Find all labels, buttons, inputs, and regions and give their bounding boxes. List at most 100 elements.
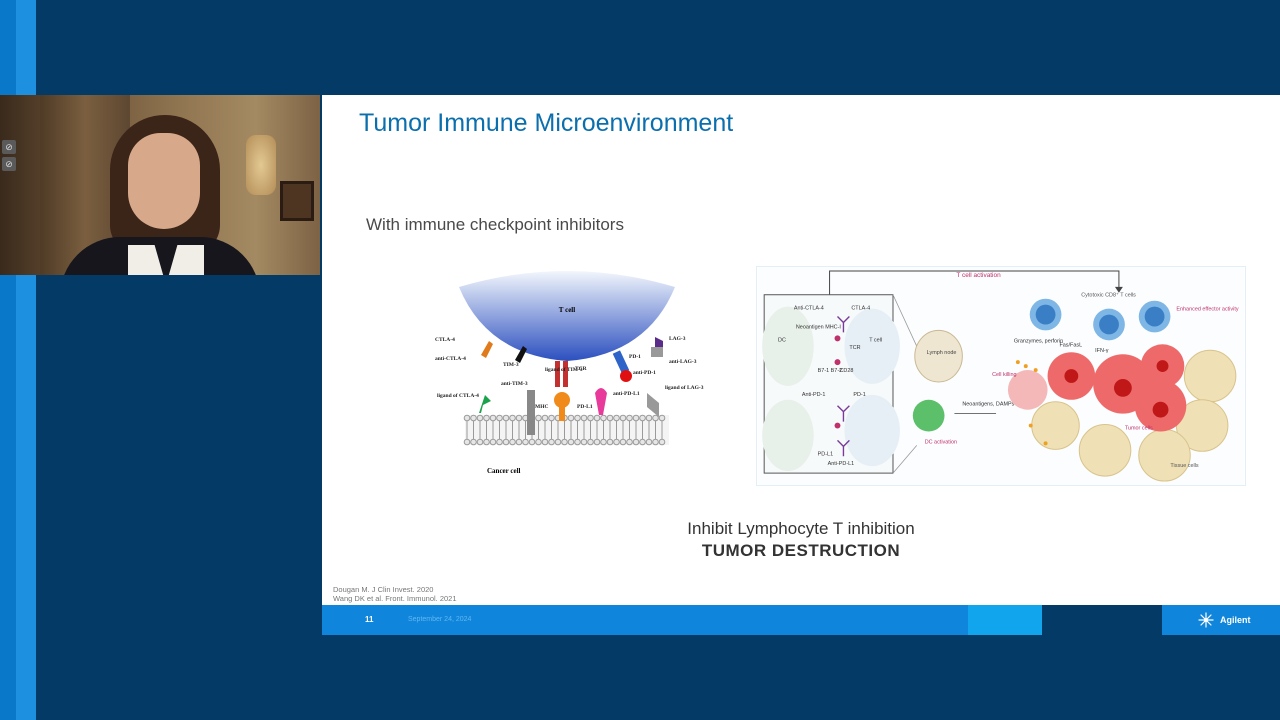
checkpoint-diagram: T cell Cancer cell CTLA-4 anti-CTLA-4 li… (435, 271, 704, 475)
lipid-head (652, 414, 659, 422)
reference-1: Dougan M. J Clin Invest. 2020 (333, 585, 434, 594)
lipid-head (645, 438, 653, 446)
dc-label: DC (778, 337, 786, 343)
pd1-r-label: PD-1 (853, 392, 865, 398)
lipid-head (548, 414, 555, 422)
mic-off-icon[interactable]: ⊘ (2, 157, 16, 171)
lipid-head (496, 438, 503, 446)
dc-cell (762, 306, 814, 386)
lipid-head (554, 438, 562, 446)
lipid-head (470, 438, 477, 446)
pdl1-label: PD-L1 (577, 404, 593, 410)
lipid-head (619, 414, 627, 422)
tcr-receptor-left (555, 361, 560, 387)
presenter-face (128, 133, 200, 229)
lipid-head (522, 438, 529, 446)
lipid-head (561, 438, 568, 446)
cytotoxic-label: Cytotoxic CD8⁺ T cells (1081, 293, 1136, 299)
t-cell-label: T cell (559, 306, 575, 314)
presentation-slide: Tumor Immune Microenvironment With immun… (322, 95, 1280, 635)
lipid-head (606, 438, 614, 446)
lipid-head (626, 438, 633, 446)
lipid-head (613, 414, 620, 422)
lipid-head (567, 414, 575, 422)
pdl1-r-label: PD-L1 (818, 451, 833, 457)
ligand-ctla4-label: ligand of CTLA-4 (437, 393, 479, 399)
lipid-head (613, 438, 620, 446)
presenter-video[interactable] (0, 95, 320, 275)
t-cell-shape (459, 271, 675, 361)
slide-footer: 11 September 24, 2024 Agilent (322, 605, 1280, 635)
lipid-head (593, 414, 601, 422)
lipid-head (587, 414, 594, 422)
lipid-head (483, 414, 490, 422)
camera-off-icon[interactable]: ⊘ (2, 140, 16, 154)
tumor-microenvironment-figure: T cell activation DC T cell Anti-CTLA-4 … (756, 266, 1246, 486)
fas-label: Fas/FasL (1059, 342, 1082, 348)
lipid-head (509, 414, 516, 422)
lipid-head (639, 414, 646, 422)
lipid-head (483, 438, 490, 446)
lipid-head (587, 438, 594, 446)
pd1-label: PD-1 (629, 354, 641, 360)
lipid-head (515, 438, 523, 446)
dc-activation-label: DC activation (925, 439, 957, 445)
lipid-head (496, 414, 503, 422)
lipid-head (463, 414, 471, 422)
anti-pd1-label: anti-PD-1 (633, 370, 656, 376)
lipid-head (574, 438, 581, 446)
lipid-head (515, 414, 523, 422)
anti-lag3-block (651, 347, 663, 357)
lipid-head (535, 414, 542, 422)
ligand-lag3-label: ligand of LAG-3 (665, 385, 704, 391)
lipid-head (470, 414, 477, 422)
caption-line-2: TUMOR DESTRUCTION (701, 541, 901, 560)
dc-activated-cell (912, 399, 945, 432)
lipid-head (541, 438, 549, 446)
lipid-head (528, 438, 536, 446)
lipid-head (600, 438, 607, 446)
lipid-head (658, 438, 666, 446)
slide-title: Tumor Immune Microenvironment (359, 109, 734, 137)
agilent-logo-text: Agilent (1220, 615, 1251, 625)
lipid-head (619, 438, 627, 446)
video-background-frame (280, 181, 314, 221)
slide-date: September 24, 2024 (408, 616, 472, 623)
ifn-label: IFN-γ (1095, 348, 1109, 354)
slide-subtitle: With immune checkpoint inhibitors (366, 215, 624, 234)
lipid-head (476, 414, 484, 422)
lipid-head (593, 438, 601, 446)
reference-2: Wang DK et al. Front. Immunol. 2021 (333, 594, 457, 603)
lipid-head (639, 438, 646, 446)
ctla4-receptor (481, 341, 493, 358)
lipid-head (535, 438, 542, 446)
lymph-node-label: Lymph node (927, 350, 957, 356)
anti-pdl1-r-label: Anti-PD-L1 (828, 461, 855, 467)
lipid-head (580, 414, 588, 422)
lipid-head (652, 438, 659, 446)
lipid-head (658, 414, 666, 422)
neoantigens-label: Neoantigens, DAMPs (962, 402, 1014, 408)
anti-lag3-label: anti-LAG-3 (669, 359, 697, 365)
lag3-ligand (647, 393, 659, 417)
footer-gap (1042, 605, 1162, 635)
lipid-head (632, 414, 640, 422)
anti-pd1-r-label: Anti-PD-1 (802, 392, 826, 398)
lipid-head (567, 438, 575, 446)
tumor-cells-label: Tumor cells (1125, 426, 1153, 432)
footer-accent-block (968, 605, 1042, 635)
ctla4-label: CTLA-4 (435, 337, 455, 343)
lipid-head (600, 414, 607, 422)
cell-killing-label: Cell killing (992, 372, 1016, 378)
lipid-head (489, 414, 497, 422)
lipid-head (626, 414, 633, 422)
references: Dougan M. J Clin Invest. 2020 Wang DK et… (333, 585, 457, 603)
tim3-ligand (527, 390, 535, 435)
lipid-head (541, 414, 549, 422)
cancer-cell-label: Cancer cell (487, 467, 521, 475)
anti-pd1-dot (620, 370, 632, 382)
tim3-label: TIM-3 (503, 362, 519, 368)
lipid-head (509, 438, 516, 446)
lipid-head (548, 438, 555, 446)
anti-pdl1-label: anti-PD-L1 (613, 391, 640, 397)
